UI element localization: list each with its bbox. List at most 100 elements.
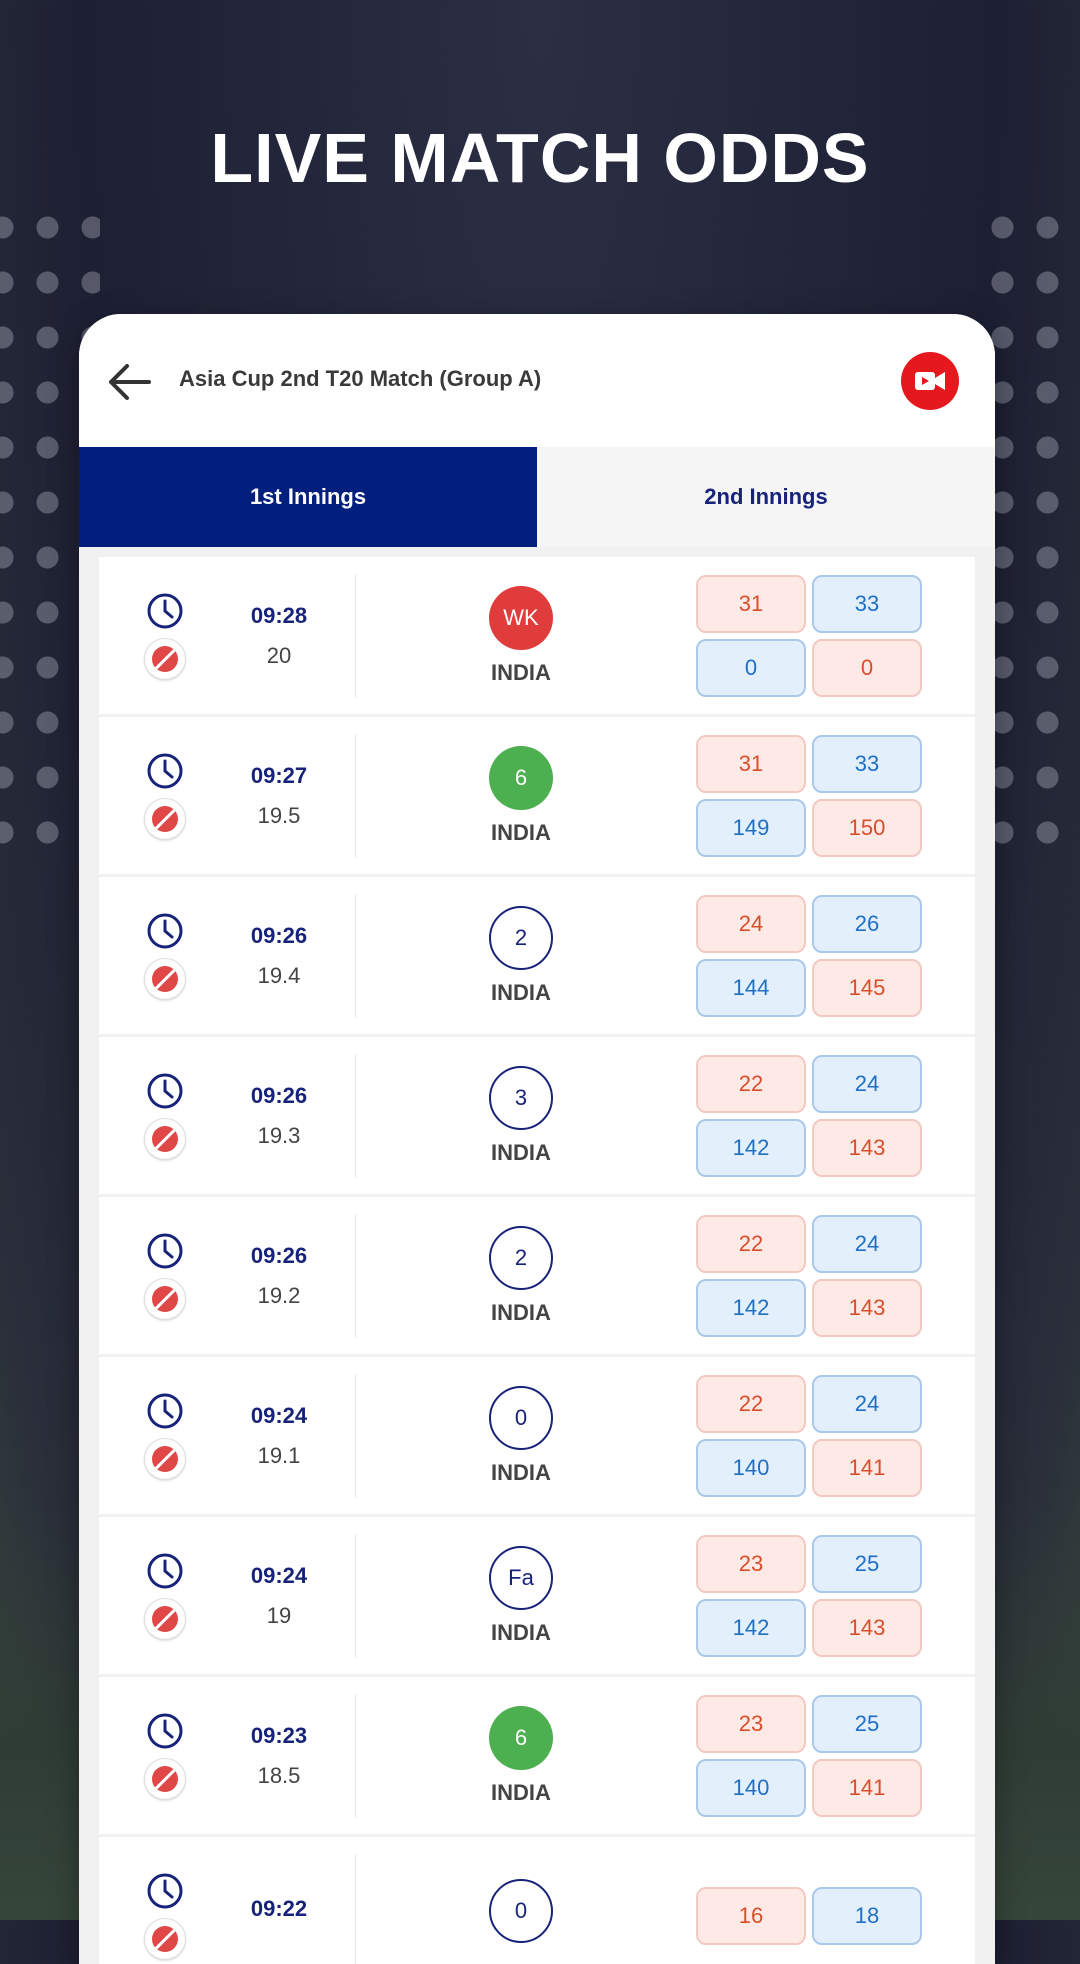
odds-button[interactable]: 25 xyxy=(812,1535,922,1593)
ball-time: 09:27 xyxy=(219,763,339,789)
team-name: INDIA xyxy=(491,1460,551,1486)
tab-2nd-innings[interactable]: 2nd Innings xyxy=(537,447,995,547)
odds-button[interactable]: 140 xyxy=(696,1759,806,1817)
cricket-ball-icon xyxy=(144,1438,186,1480)
odds-button[interactable]: 141 xyxy=(812,1759,922,1817)
odds-button[interactable]: 0 xyxy=(812,639,922,697)
odds-button[interactable]: 33 xyxy=(812,575,922,633)
cricket-ball-icon xyxy=(144,638,186,680)
clock-icon xyxy=(146,592,184,630)
stadium-lights-right xyxy=(980,200,1080,850)
ball-time: 09:26 xyxy=(219,1243,339,1269)
over-number: 18.5 xyxy=(219,1763,339,1789)
odds-button[interactable]: 145 xyxy=(812,959,922,1017)
cricket-ball-icon xyxy=(144,1758,186,1800)
odds-button[interactable]: 31 xyxy=(696,575,806,633)
ball-time: 09:22 xyxy=(219,1896,339,1922)
odds-grid: 1618 xyxy=(696,1887,922,1945)
row-icons xyxy=(111,1712,219,1800)
over-number: 19.3 xyxy=(219,1123,339,1149)
table-row: 09:26 19.2 2 INDIA 2224142143 xyxy=(99,1197,975,1354)
odds-button[interactable]: 26 xyxy=(812,895,922,953)
event-badge: 0 xyxy=(489,1879,553,1943)
odds-button[interactable]: 142 xyxy=(696,1279,806,1337)
ball-event: 0 INDIA xyxy=(356,1386,686,1486)
table-row: 09:22 0 1618 xyxy=(99,1837,975,1964)
ball-time: 09:23 xyxy=(219,1723,339,1749)
time-over: 09:28 20 xyxy=(219,603,339,669)
odds-button[interactable]: 18 xyxy=(812,1887,922,1945)
odds-button[interactable]: 22 xyxy=(696,1215,806,1273)
time-over: 09:26 19.4 xyxy=(219,923,339,989)
over-number: 19.4 xyxy=(219,963,339,989)
odds-button[interactable]: 0 xyxy=(696,639,806,697)
row-icons xyxy=(111,1552,219,1640)
event-badge: 6 xyxy=(489,1706,553,1770)
over-number: 19.1 xyxy=(219,1443,339,1469)
back-arrow-icon[interactable] xyxy=(105,360,153,404)
table-row: 09:23 18.5 6 INDIA 2325140141 xyxy=(99,1677,975,1834)
odds-button[interactable]: 142 xyxy=(696,1599,806,1657)
odds-button[interactable]: 24 xyxy=(812,1375,922,1433)
odds-grid: 2224142143 xyxy=(696,1055,922,1177)
team-name: INDIA xyxy=(491,1620,551,1646)
video-camera-icon[interactable] xyxy=(901,352,959,410)
odds-button[interactable]: 33 xyxy=(812,735,922,793)
ball-event: Fa INDIA xyxy=(356,1546,686,1646)
ball-event: 2 INDIA xyxy=(356,906,686,1006)
app-header: Asia Cup 2nd T20 Match (Group A) xyxy=(79,314,995,447)
row-icons xyxy=(111,1072,219,1160)
cricket-ball-icon xyxy=(144,1918,186,1960)
table-row: 09:27 19.5 6 INDIA 3133149150 xyxy=(99,717,975,874)
promo-title: LIVE MATCH ODDS xyxy=(0,118,1080,198)
team-name: INDIA xyxy=(491,820,551,846)
ball-event: 3 INDIA xyxy=(356,1066,686,1166)
odds-button[interactable]: 149 xyxy=(696,799,806,857)
odds-button[interactable]: 31 xyxy=(696,735,806,793)
odds-grid: 3133149150 xyxy=(696,735,922,857)
odds-button[interactable]: 143 xyxy=(812,1599,922,1657)
tab-1st-innings[interactable]: 1st Innings xyxy=(79,447,537,547)
clock-icon xyxy=(146,1552,184,1590)
odds-button[interactable]: 140 xyxy=(696,1439,806,1497)
clock-icon xyxy=(146,1072,184,1110)
odds-button[interactable]: 143 xyxy=(812,1119,922,1177)
odds-grid: 2224140141 xyxy=(696,1375,922,1497)
odds-button[interactable]: 143 xyxy=(812,1279,922,1337)
odds-button[interactable]: 23 xyxy=(696,1535,806,1593)
odds-button[interactable]: 24 xyxy=(696,895,806,953)
match-title: Asia Cup 2nd T20 Match (Group A) xyxy=(179,366,541,392)
time-over: 09:24 19 xyxy=(219,1563,339,1629)
odds-button[interactable]: 144 xyxy=(696,959,806,1017)
odds-button[interactable]: 16 xyxy=(696,1887,806,1945)
odds-button[interactable]: 24 xyxy=(812,1215,922,1273)
row-icons xyxy=(111,592,219,680)
odds-button[interactable]: 150 xyxy=(812,799,922,857)
cricket-ball-icon xyxy=(144,1278,186,1320)
odds-grid: 313300 xyxy=(696,575,922,697)
row-icons xyxy=(111,1392,219,1480)
over-number: 20 xyxy=(219,643,339,669)
odds-button[interactable]: 22 xyxy=(696,1375,806,1433)
cricket-ball-icon xyxy=(144,1118,186,1160)
ball-time: 09:28 xyxy=(219,603,339,629)
row-icons xyxy=(111,1232,219,1320)
over-number: 19.2 xyxy=(219,1283,339,1309)
table-row: 09:24 19.1 0 INDIA 2224140141 xyxy=(99,1357,975,1514)
odds-button[interactable]: 141 xyxy=(812,1439,922,1497)
odds-button[interactable]: 24 xyxy=(812,1055,922,1113)
row-icons xyxy=(111,752,219,840)
ball-event: 0 xyxy=(356,1879,686,1953)
odds-button[interactable]: 142 xyxy=(696,1119,806,1177)
row-icons xyxy=(111,912,219,1000)
cricket-ball-icon xyxy=(144,1598,186,1640)
odds-grid: 2426144145 xyxy=(696,895,922,1017)
odds-button[interactable]: 22 xyxy=(696,1055,806,1113)
clock-icon xyxy=(146,1712,184,1750)
clock-icon xyxy=(146,752,184,790)
row-icons xyxy=(111,1872,219,1960)
odds-button[interactable]: 23 xyxy=(696,1695,806,1753)
event-badge: 0 xyxy=(489,1386,553,1450)
odds-grid: 2325140141 xyxy=(696,1695,922,1817)
odds-button[interactable]: 25 xyxy=(812,1695,922,1753)
